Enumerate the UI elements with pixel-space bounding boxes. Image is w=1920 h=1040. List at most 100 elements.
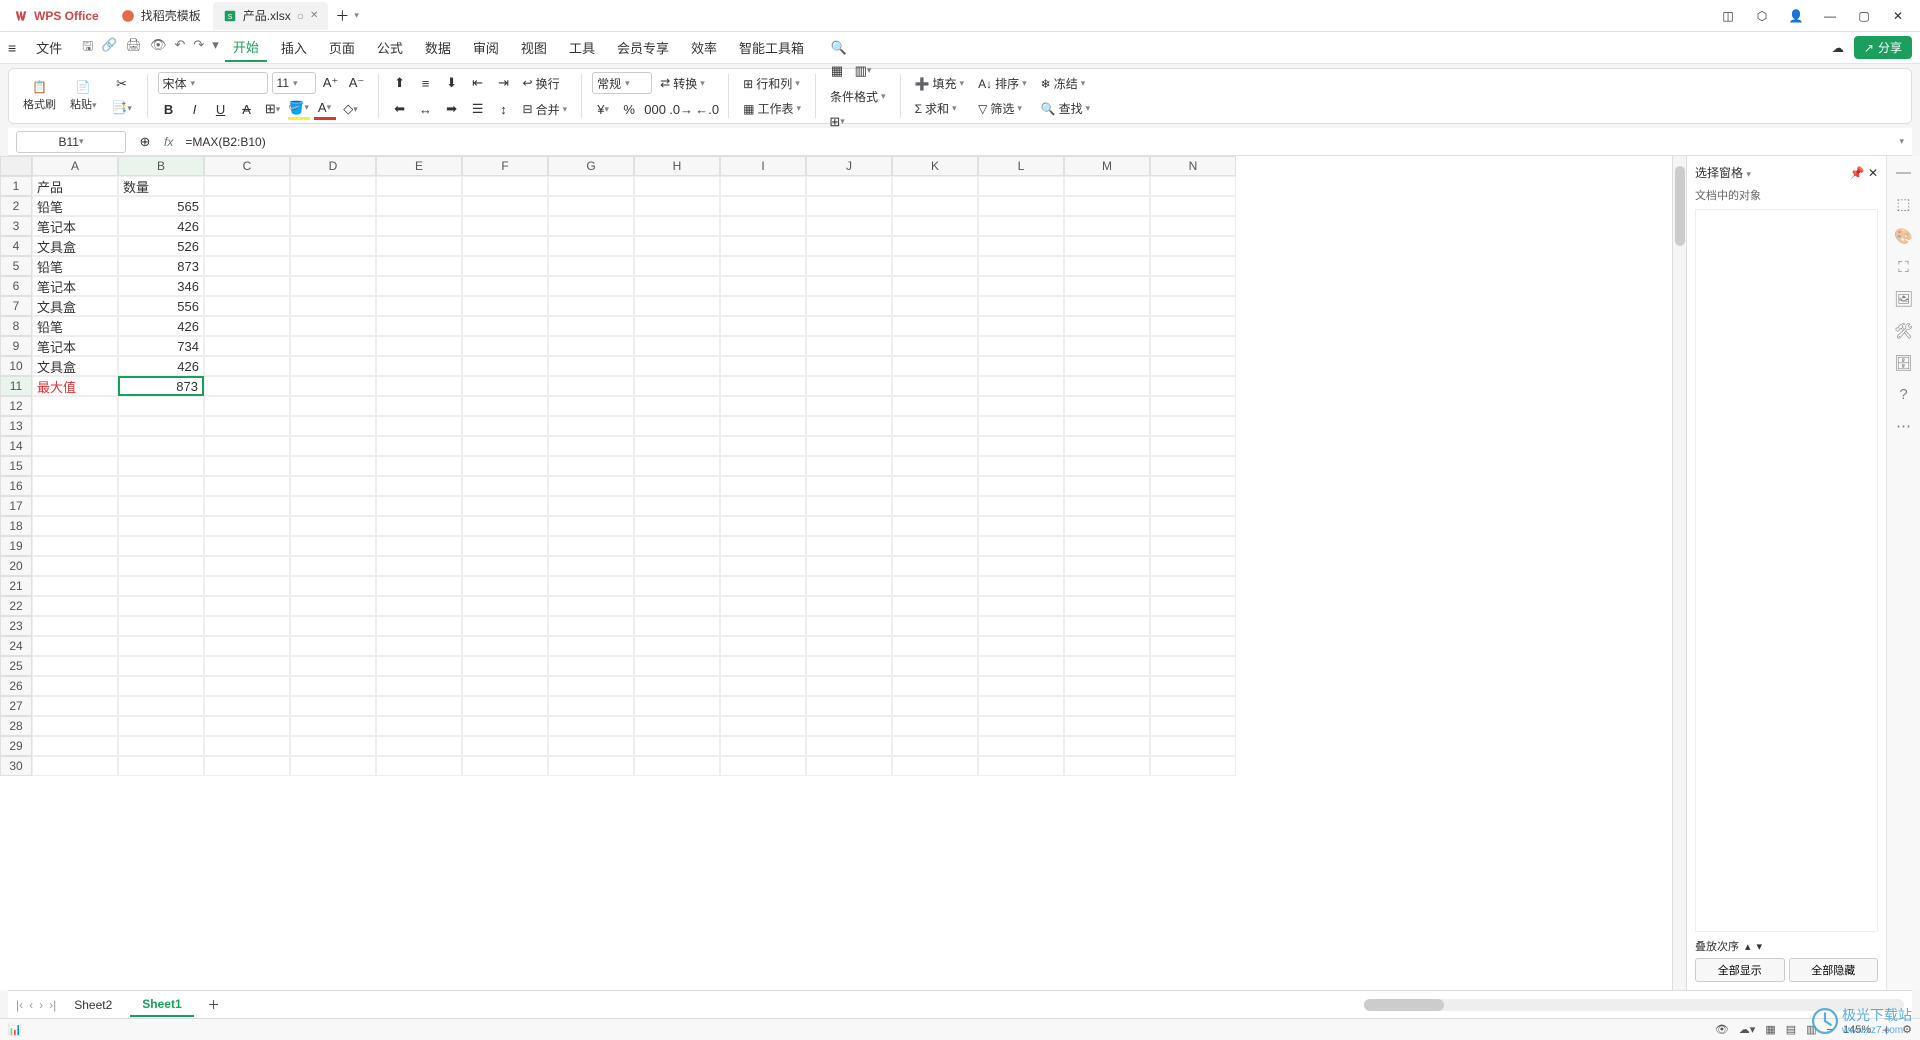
- cell[interactable]: [462, 636, 548, 656]
- cell[interactable]: [978, 676, 1064, 696]
- cell[interactable]: [978, 176, 1064, 196]
- cell[interactable]: [290, 736, 376, 756]
- cell[interactable]: [204, 656, 290, 676]
- qat-dropdown-icon[interactable]: ▾: [212, 37, 219, 59]
- cell[interactable]: [892, 296, 978, 316]
- cell[interactable]: [634, 236, 720, 256]
- bold-icon[interactable]: B: [158, 98, 180, 120]
- cell[interactable]: [892, 736, 978, 756]
- row-header[interactable]: 2: [0, 196, 32, 216]
- cell[interactable]: [548, 696, 634, 716]
- cell[interactable]: [376, 396, 462, 416]
- cell[interactable]: [290, 296, 376, 316]
- cell[interactable]: [978, 496, 1064, 516]
- formula-expand-icon[interactable]: ▾: [1899, 136, 1904, 147]
- row-header[interactable]: 30: [0, 756, 32, 776]
- cell[interactable]: [290, 496, 376, 516]
- cell[interactable]: [1150, 396, 1236, 416]
- cell[interactable]: [978, 476, 1064, 496]
- cell-style-icon[interactable]: ▥▾: [852, 60, 874, 82]
- cell[interactable]: [462, 356, 548, 376]
- sum-button[interactable]: Σ求和▾: [911, 98, 969, 119]
- cell[interactable]: 556: [118, 296, 204, 316]
- cell[interactable]: [978, 236, 1064, 256]
- cell[interactable]: [32, 576, 118, 596]
- cell[interactable]: [118, 396, 204, 416]
- cell[interactable]: [462, 696, 548, 716]
- cell[interactable]: [462, 276, 548, 296]
- cell[interactable]: [376, 276, 462, 296]
- cell[interactable]: [634, 516, 720, 536]
- cell[interactable]: [1064, 756, 1150, 776]
- cell[interactable]: [290, 756, 376, 776]
- cell[interactable]: [1150, 376, 1236, 396]
- align-top-icon[interactable]: ⬆: [389, 72, 411, 94]
- cell[interactable]: [548, 316, 634, 336]
- row-header[interactable]: 28: [0, 716, 32, 736]
- cell[interactable]: [376, 576, 462, 596]
- cell[interactable]: [32, 656, 118, 676]
- cut-icon[interactable]: ✂: [111, 73, 133, 95]
- cell[interactable]: [548, 256, 634, 276]
- select-icon[interactable]: ⬚: [1896, 195, 1910, 213]
- cell[interactable]: [1150, 656, 1236, 676]
- cell[interactable]: [204, 296, 290, 316]
- cell[interactable]: [806, 396, 892, 416]
- cell[interactable]: [720, 596, 806, 616]
- column-header[interactable]: D: [290, 156, 376, 176]
- cell[interactable]: [1150, 456, 1236, 476]
- cell[interactable]: [32, 556, 118, 576]
- cell[interactable]: [462, 416, 548, 436]
- cell[interactable]: [32, 676, 118, 696]
- row-header[interactable]: 15: [0, 456, 32, 476]
- cell[interactable]: [1150, 176, 1236, 196]
- cell[interactable]: [118, 476, 204, 496]
- menu-smart-toolbox[interactable]: 智能工具箱: [731, 34, 812, 61]
- cell[interactable]: [634, 556, 720, 576]
- cell[interactable]: [1064, 216, 1150, 236]
- cell[interactable]: [548, 576, 634, 596]
- cell[interactable]: [892, 456, 978, 476]
- cell[interactable]: [376, 536, 462, 556]
- cell[interactable]: [376, 336, 462, 356]
- cell[interactable]: [892, 196, 978, 216]
- cell[interactable]: [290, 316, 376, 336]
- cell[interactable]: [806, 176, 892, 196]
- cell[interactable]: [806, 716, 892, 736]
- cell[interactable]: [1150, 636, 1236, 656]
- cell[interactable]: [32, 716, 118, 736]
- cell[interactable]: [204, 756, 290, 776]
- cell[interactable]: [290, 376, 376, 396]
- cell[interactable]: [548, 456, 634, 476]
- cell[interactable]: [1150, 756, 1236, 776]
- menu-review[interactable]: 审阅: [465, 34, 507, 61]
- cell[interactable]: [204, 276, 290, 296]
- cell[interactable]: 数量: [118, 176, 204, 196]
- box-icon[interactable]: ⬡: [1752, 9, 1772, 23]
- cell[interactable]: [1150, 336, 1236, 356]
- cell[interactable]: [548, 736, 634, 756]
- cell[interactable]: [892, 356, 978, 376]
- cell[interactable]: [1150, 216, 1236, 236]
- cell[interactable]: [462, 496, 548, 516]
- cell[interactable]: [720, 456, 806, 476]
- cell[interactable]: [634, 536, 720, 556]
- cell[interactable]: [118, 556, 204, 576]
- cell[interactable]: 文具盒: [32, 296, 118, 316]
- cell[interactable]: [720, 516, 806, 536]
- row-header[interactable]: 10: [0, 356, 32, 376]
- cell[interactable]: [32, 536, 118, 556]
- cell[interactable]: [978, 436, 1064, 456]
- eye-icon[interactable]: 👁: [1715, 1023, 1729, 1036]
- cell[interactable]: [720, 656, 806, 676]
- cell[interactable]: [806, 576, 892, 596]
- rowcol-button[interactable]: ⊞行和列▾: [739, 73, 805, 94]
- cell[interactable]: 产品: [32, 176, 118, 196]
- cell[interactable]: [1064, 336, 1150, 356]
- cell[interactable]: [462, 396, 548, 416]
- cell[interactable]: [290, 256, 376, 276]
- cell[interactable]: [634, 476, 720, 496]
- cell[interactable]: [290, 476, 376, 496]
- cell[interactable]: [720, 356, 806, 376]
- cell[interactable]: [720, 176, 806, 196]
